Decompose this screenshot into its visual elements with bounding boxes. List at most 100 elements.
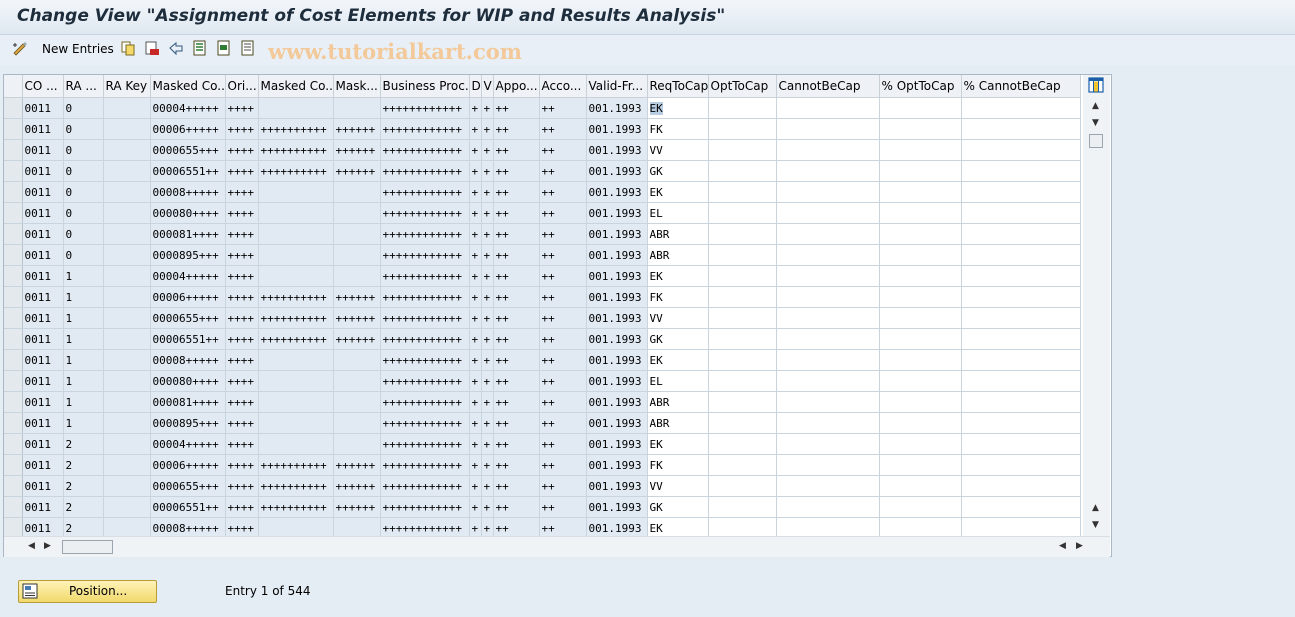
new-entries-button[interactable]: New Entries xyxy=(42,42,114,56)
cell-cannot-be-cap[interactable] xyxy=(776,202,880,224)
cell-pct-opt-to-cap[interactable] xyxy=(879,223,962,245)
cell-pct-opt-to-cap[interactable] xyxy=(879,349,962,371)
cell-opt-to-cap[interactable] xyxy=(708,181,777,203)
select-block-icon[interactable] xyxy=(216,40,232,56)
cell-req-to-cap[interactable]: EK xyxy=(647,349,709,371)
cell-req-to-cap[interactable]: EL xyxy=(647,202,709,224)
cell-pct-opt-to-cap[interactable] xyxy=(879,370,962,392)
column-header-v-flag[interactable]: V xyxy=(481,75,494,98)
cell-pct-cannot-be-cap[interactable] xyxy=(961,244,1081,266)
column-header-pct-opt-to-cap[interactable]: % OptToCap xyxy=(879,75,962,98)
column-header-business-process[interactable]: Business Proc. xyxy=(380,75,470,98)
column-header-masked-origin[interactable]: Mask... xyxy=(333,75,381,98)
cell-pct-opt-to-cap[interactable] xyxy=(879,454,962,476)
cell-pct-cannot-be-cap[interactable] xyxy=(961,412,1081,434)
scroll-right-icon[interactable]: ▶ xyxy=(44,541,51,551)
cell-cannot-be-cap[interactable] xyxy=(776,475,880,497)
cell-pct-opt-to-cap[interactable] xyxy=(879,181,962,203)
cell-pct-cannot-be-cap[interactable] xyxy=(961,391,1081,413)
row-selector[interactable] xyxy=(4,391,23,413)
cell-cannot-be-cap[interactable] xyxy=(776,307,880,329)
cell-pct-cannot-be-cap[interactable] xyxy=(961,475,1081,497)
cell-opt-to-cap[interactable] xyxy=(708,412,777,434)
row-selector[interactable] xyxy=(4,475,23,497)
column-header-co-area[interactable]: CO ... xyxy=(22,75,64,98)
cell-pct-opt-to-cap[interactable] xyxy=(879,412,962,434)
cell-pct-cannot-be-cap[interactable] xyxy=(961,496,1081,518)
column-header-apportionment[interactable]: Appo... xyxy=(493,75,540,98)
cell-pct-opt-to-cap[interactable] xyxy=(879,139,962,161)
cell-pct-opt-to-cap[interactable] xyxy=(879,202,962,224)
copy-icon[interactable] xyxy=(120,40,136,56)
cell-pct-opt-to-cap[interactable] xyxy=(879,97,962,119)
column-config-icon[interactable] xyxy=(1088,77,1104,93)
select-all-icon[interactable] xyxy=(192,40,208,56)
cell-req-to-cap[interactable]: VV xyxy=(647,139,709,161)
column-header-ra-key[interactable]: RA Key xyxy=(103,75,151,98)
cell-pct-cannot-be-cap[interactable] xyxy=(961,454,1081,476)
cell-pct-cannot-be-cap[interactable] xyxy=(961,223,1081,245)
row-selector[interactable] xyxy=(4,370,23,392)
cell-pct-opt-to-cap[interactable] xyxy=(879,391,962,413)
column-header-pct-cannot-be-cap[interactable]: % CannotBeCap xyxy=(961,75,1081,98)
cell-opt-to-cap[interactable] xyxy=(708,496,777,518)
undo-change-icon[interactable] xyxy=(168,40,184,56)
cell-pct-opt-to-cap[interactable] xyxy=(879,328,962,350)
cell-cannot-be-cap[interactable] xyxy=(776,97,880,119)
cell-req-to-cap[interactable]: ABR xyxy=(647,391,709,413)
horizontal-scroll-thumb[interactable] xyxy=(62,540,113,554)
cell-pct-cannot-be-cap[interactable] xyxy=(961,181,1081,203)
cell-opt-to-cap[interactable] xyxy=(708,307,777,329)
column-header-origin[interactable]: Ori... xyxy=(225,75,259,98)
cell-req-to-cap[interactable]: VV xyxy=(647,475,709,497)
cell-pct-opt-to-cap[interactable] xyxy=(879,265,962,287)
row-selector[interactable] xyxy=(4,496,23,518)
cell-pct-cannot-be-cap[interactable] xyxy=(961,160,1081,182)
cell-req-to-cap[interactable]: EK xyxy=(647,181,709,203)
column-header-cannot-be-cap[interactable]: CannotBeCap xyxy=(776,75,880,98)
cell-cannot-be-cap[interactable] xyxy=(776,244,880,266)
scroll-far-right-icon[interactable]: ▶ xyxy=(1076,541,1083,551)
row-selector[interactable] xyxy=(4,349,23,371)
cell-cannot-be-cap[interactable] xyxy=(776,118,880,140)
row-selector[interactable] xyxy=(4,139,23,161)
cell-cannot-be-cap[interactable] xyxy=(776,433,880,455)
cell-cannot-be-cap[interactable] xyxy=(776,454,880,476)
select-all-header[interactable] xyxy=(4,75,23,98)
cell-pct-cannot-be-cap[interactable] xyxy=(961,202,1081,224)
row-selector[interactable] xyxy=(4,244,23,266)
cell-cannot-be-cap[interactable] xyxy=(776,349,880,371)
column-header-masked-cost-element[interactable]: Masked Co... xyxy=(150,75,226,98)
cell-req-to-cap[interactable]: FK xyxy=(647,286,709,308)
cell-opt-to-cap[interactable] xyxy=(708,139,777,161)
cell-pct-opt-to-cap[interactable] xyxy=(879,286,962,308)
cell-opt-to-cap[interactable] xyxy=(708,223,777,245)
cell-cannot-be-cap[interactable] xyxy=(776,412,880,434)
row-selector[interactable] xyxy=(4,286,23,308)
column-header-req-to-cap[interactable]: ReqToCap xyxy=(647,75,709,98)
cell-opt-to-cap[interactable] xyxy=(708,160,777,182)
row-selector[interactable] xyxy=(4,433,23,455)
cell-pct-opt-to-cap[interactable] xyxy=(879,496,962,518)
position-button[interactable]: Position... xyxy=(18,580,157,603)
cell-pct-opt-to-cap[interactable] xyxy=(879,160,962,182)
cell-pct-cannot-be-cap[interactable] xyxy=(961,286,1081,308)
cell-opt-to-cap[interactable] xyxy=(708,391,777,413)
cell-req-to-cap[interactable]: FK xyxy=(647,118,709,140)
cell-cannot-be-cap[interactable] xyxy=(776,265,880,287)
scroll-down-small-icon[interactable]: ▼ xyxy=(1092,118,1099,128)
cell-opt-to-cap[interactable] xyxy=(708,244,777,266)
row-selector[interactable] xyxy=(4,97,23,119)
column-header-accounting[interactable]: Acco... xyxy=(539,75,587,98)
cell-opt-to-cap[interactable] xyxy=(708,433,777,455)
cell-req-to-cap[interactable]: EK xyxy=(647,97,709,119)
cell-req-to-cap[interactable]: GK xyxy=(647,496,709,518)
cell-cannot-be-cap[interactable] xyxy=(776,370,880,392)
row-selector[interactable] xyxy=(4,265,23,287)
vertical-scroll-thumb[interactable] xyxy=(1089,134,1103,148)
cell-pct-cannot-be-cap[interactable] xyxy=(961,97,1081,119)
cell-cannot-be-cap[interactable] xyxy=(776,286,880,308)
scroll-far-left-icon[interactable]: ◀ xyxy=(1059,541,1066,551)
cell-req-to-cap[interactable]: FK xyxy=(647,454,709,476)
scroll-page-up-icon[interactable]: ▲ xyxy=(1092,503,1099,513)
